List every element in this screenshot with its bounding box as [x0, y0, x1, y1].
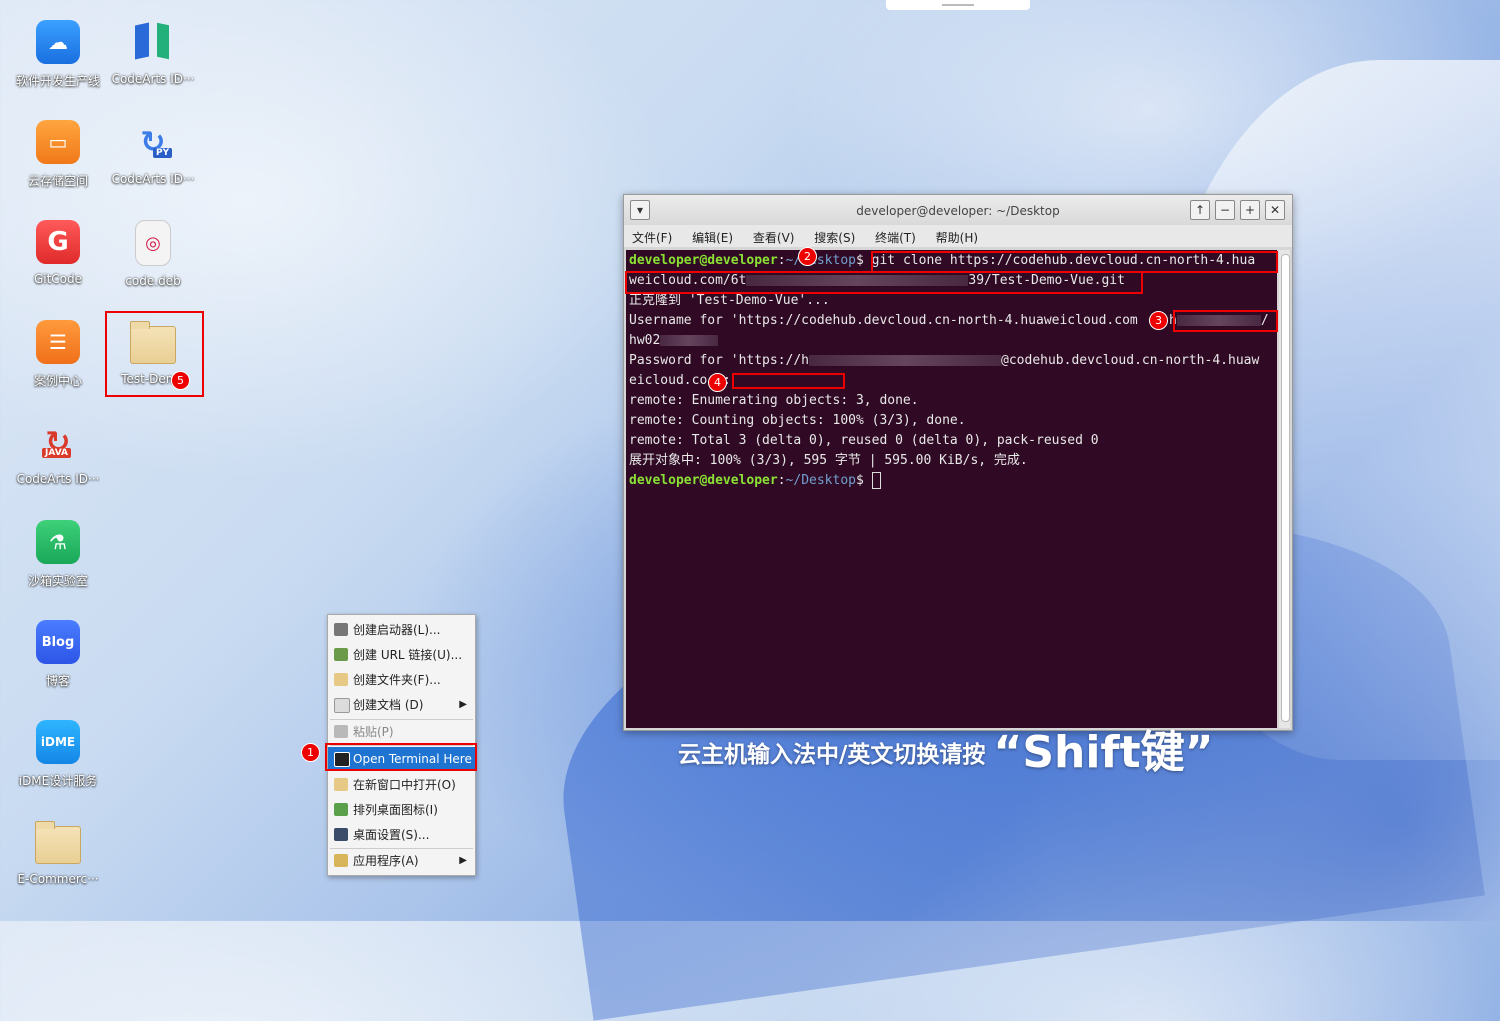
gitcode-icon: G [36, 220, 80, 264]
maximize-button[interactable]: + [1240, 200, 1260, 220]
open-window-icon [334, 778, 348, 791]
menu-file[interactable]: 文件(F) [624, 225, 680, 246]
terminal-line-remote1: remote: Enumerating objects: 3, done. [629, 393, 919, 408]
menu-item-paste: 粘贴(P) [328, 720, 475, 744]
desktop-icon-ecommerce[interactable]: E-Commerc··· [10, 820, 106, 886]
desktop-icon-blog[interactable]: Blog 博客 [10, 620, 106, 689]
menu-edit[interactable]: 编辑(E) [684, 225, 741, 246]
menu-search[interactable]: 搜索(S) [806, 225, 863, 246]
menu-item-create-folder[interactable]: 创建文件夹(F)... [328, 668, 475, 692]
menu-item-create-url-link[interactable]: 创建 URL 链接(U)... [328, 643, 475, 667]
paste-icon [334, 725, 348, 738]
desktop-icon-codearts-python[interactable]: ↻ PY CodeArts ID··· [105, 120, 201, 187]
codearts-ide-icon [131, 20, 175, 64]
menu-view[interactable]: 查看(V) [745, 225, 803, 246]
desktop-icon-label: CodeArts ID··· [111, 172, 195, 186]
link-icon [334, 648, 348, 661]
top-panel-handle[interactable] [886, 0, 1030, 10]
menu-item-open-new-window[interactable]: 在新窗口中打开(O) [328, 773, 475, 797]
blog-icon: Blog [36, 620, 80, 664]
folder-icon [35, 821, 81, 864]
desktop-icon-label: 案例中心 [33, 374, 82, 388]
raise-window-button[interactable]: ↑ [1190, 200, 1210, 220]
ime-hint: 云主机输入法中/英文切换请按 “Shift键” [678, 727, 1214, 778]
desktop-icon-label: 云存储空间 [27, 174, 88, 188]
cloud-storage-icon: ▭ [36, 120, 80, 164]
submenu-arrow-icon: ▶ [459, 699, 467, 710]
sort-icon [334, 803, 348, 816]
annotation-box-open-terminal [325, 743, 477, 771]
applications-icon [334, 854, 348, 867]
terminal-menubar: 文件(F) 编辑(E) 查看(V) 搜索(S) 终端(T) 帮助(H) [624, 225, 1292, 247]
codearts-python-icon: ↻ PY [131, 120, 175, 164]
menu-item-create-document[interactable]: 创建文档 (D) ▶ [328, 693, 475, 717]
launcher-icon [334, 623, 348, 636]
annotation-badge: 5 [171, 371, 190, 390]
desktop-icon-code-deb[interactable]: ◎ code.deb [105, 220, 201, 288]
terminal-scrollbar[interactable] [1279, 250, 1290, 728]
annotation-badge: 3 [1149, 311, 1168, 330]
menu-item-arrange-icons[interactable]: 排列桌面图标(I) [328, 798, 475, 822]
desktop-icon-gitcode[interactable]: G GitCode [10, 220, 106, 286]
desktop-icon-label: E-Commerc··· [17, 872, 99, 886]
terminal-line-unpack: 展开对象中: 100% (3/3), 595 字节 | 595.00 KiB/s… [629, 453, 1028, 468]
desktop-settings-icon [334, 828, 348, 841]
desktop-icon-label: 博客 [45, 674, 70, 688]
minimize-button[interactable]: − [1215, 200, 1235, 220]
desktop-icon-label: CodeArts ID··· [16, 472, 100, 486]
deb-package-icon: ◎ [135, 220, 171, 266]
annotation-box-command [871, 251, 1278, 273]
desktop-icon-cloud-storage[interactable]: ▭ 云存储空间 [10, 120, 106, 189]
annotation-badge: 2 [798, 247, 817, 266]
codearts-java-icon: ↻ JAVA [36, 420, 80, 464]
annotation-box-username [1173, 310, 1278, 332]
terminal-titlebar[interactable]: ▾ developer@developer: ~/Desktop ↑ − + ✕ [624, 195, 1292, 225]
desktop-icon-label: iDME设计服务 [18, 774, 98, 788]
terminal-line-cloning: 正克隆到 'Test-Demo-Vue'... [629, 293, 830, 308]
annotation-badge: 1 [301, 743, 320, 762]
close-button[interactable]: ✕ [1265, 200, 1285, 220]
terminal-line-password: Password for 'https://h @codehub.devcloud… [629, 353, 1260, 368]
terminal-line-remote2: remote: Counting objects: 100% (3/3), do… [629, 413, 966, 428]
annotation-box-password [732, 373, 845, 389]
terminal-line-username-echo: hw02 [629, 332, 719, 350]
text-cursor [871, 472, 881, 489]
devcloud-icon: ☁ [36, 20, 80, 64]
desktop-icon-label: code.deb [125, 274, 181, 288]
scrollbar-thumb[interactable] [1281, 254, 1290, 722]
annotation-box-url [625, 271, 1143, 294]
sandbox-lab-icon: ⚗ [36, 520, 80, 564]
submenu-arrow-icon: ▶ [459, 855, 467, 866]
new-folder-icon [334, 673, 348, 686]
desktop-icon-codearts-java[interactable]: ↻ JAVA CodeArts ID··· [10, 420, 106, 487]
terminal-line-prompt: developer@developer:~/Desktop$ [629, 472, 881, 490]
desktop-icon-sandbox-lab[interactable]: ⚗ 沙箱实验室 [10, 520, 106, 589]
desktop-icon-idme[interactable]: iDME iDME设计服务 [10, 720, 106, 789]
menu-item-applications[interactable]: 应用程序(A) ▶ [328, 849, 475, 873]
desktop-icon-label: CodeArts ID··· [111, 72, 195, 86]
terminal-line-remote3: remote: Total 3 (delta 0), reused 0 (del… [629, 433, 1099, 448]
desktop-icon-devcloud[interactable]: ☁ 软件开发生产线 [10, 20, 106, 89]
desktop-icon-label: GitCode [33, 272, 83, 286]
menu-item-desktop-settings[interactable]: 桌面设置(S)... [328, 823, 475, 847]
idme-icon: iDME [36, 720, 80, 764]
menu-item-create-launcher[interactable]: 创建启动器(L)... [328, 618, 475, 642]
desktop-icon-codearts-ide[interactable]: CodeArts ID··· [105, 20, 201, 86]
new-document-icon [334, 698, 350, 713]
desktop-icon-label: 沙箱实验室 [27, 574, 88, 588]
case-center-icon: ☰ [36, 320, 80, 364]
annotation-badge: 4 [708, 373, 727, 392]
desktop-icon-label: 软件开发生产线 [15, 74, 100, 88]
desktop-icon-case-center[interactable]: ☰ 案例中心 [10, 320, 106, 389]
menu-terminal[interactable]: 终端(T) [867, 225, 924, 246]
menu-help[interactable]: 帮助(H) [928, 225, 986, 246]
